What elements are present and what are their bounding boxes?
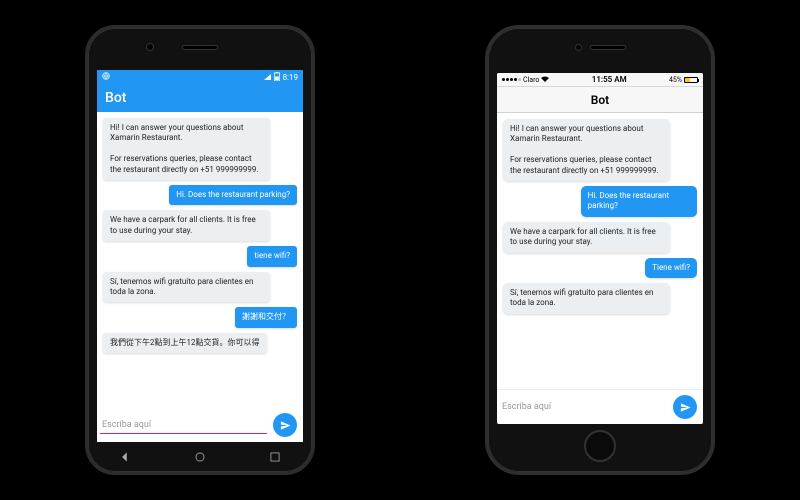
earpiece [182, 45, 218, 50]
android-screen: 8:19 Bot Hi! I can answer your questions… [97, 70, 303, 442]
page-title: Bot [105, 90, 126, 106]
battery-label: 45% [669, 76, 682, 84]
user-message: Tiene wifi? [645, 258, 697, 278]
status-time: 11:55 AM [592, 75, 627, 84]
battery-icon [684, 77, 698, 83]
ios-speaker-area [488, 44, 712, 51]
input-bar: Escriba aquí [97, 408, 303, 442]
send-icon [680, 398, 691, 417]
ios-status-bar: Claro 11:55 AM 45% [497, 73, 703, 87]
user-message: Hi. Does the restaurant parking? [169, 185, 297, 205]
signal-icon [264, 74, 271, 80]
carrier: Claro [523, 76, 539, 84]
globe-icon [102, 72, 110, 82]
bot-message: Hi! I can answer your questions about Xa… [503, 119, 670, 181]
input-bar: Escriba aquí [497, 389, 703, 424]
android-speaker-area [88, 45, 312, 50]
recents-icon[interactable] [268, 450, 282, 464]
page-title: Bot [591, 93, 609, 107]
camera-dot [146, 43, 154, 51]
ios-nav-bar: Bot [497, 87, 703, 113]
ios-device: Claro 11:55 AM 45% Bot Hi! I can answer … [485, 25, 715, 475]
signal-icon [502, 78, 521, 81]
chat-list[interactable]: Hi! I can answer your questions about Xa… [497, 113, 703, 389]
bot-message: We have a carpark for all clients. It is… [503, 222, 670, 253]
android-nav-bar [88, 448, 312, 466]
user-message: Hi. Does the restaurant parking? [581, 186, 697, 217]
earpiece [590, 45, 626, 50]
bot-message: Sí, tenemos wifi gratuito para clientes … [503, 283, 670, 314]
battery-icon [274, 72, 280, 83]
android-device: 8:19 Bot Hi! I can answer your questions… [85, 25, 315, 475]
back-icon[interactable] [118, 450, 132, 464]
send-button[interactable] [273, 413, 297, 437]
bot-message: Sí, tenemos wifi gratuito para clientes … [103, 272, 270, 303]
bot-message: Hi! I can answer your questions about Xa… [103, 118, 270, 180]
message-input[interactable]: Escriba aquí [100, 417, 267, 434]
android-status-bar: 8:19 [97, 70, 303, 84]
bot-message: 我們從下午2點到上午12點交貨。你可以得 [103, 333, 267, 353]
user-message: 謝謝和交付？ [235, 307, 297, 327]
camera-dot [575, 44, 582, 51]
ios-screen: Claro 11:55 AM 45% Bot Hi! I can answer … [497, 73, 703, 424]
send-icon [280, 416, 291, 435]
chat-list[interactable]: Hi! I can answer your questions about Xa… [97, 112, 303, 408]
wifi-icon [541, 76, 549, 84]
bot-message: We have a carpark for all clients. It is… [103, 210, 270, 241]
send-button[interactable] [673, 395, 697, 419]
status-time: 8:19 [283, 73, 298, 82]
message-input[interactable]: Escriba aquí [500, 399, 667, 415]
home-icon[interactable] [193, 450, 207, 464]
home-button[interactable] [584, 430, 616, 462]
user-message: tiene wifi? [247, 246, 297, 266]
android-app-bar: Bot [97, 84, 303, 112]
